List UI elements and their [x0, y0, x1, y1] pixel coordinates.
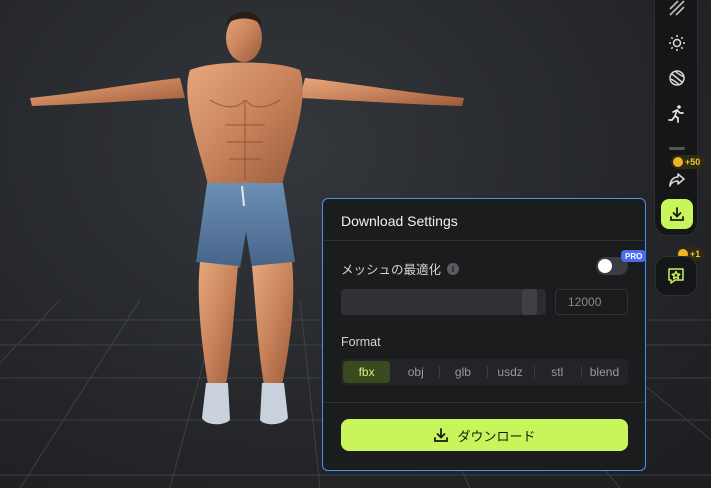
format-option-usdz[interactable]: usdz — [486, 359, 534, 385]
toolbar-divider — [669, 147, 685, 150]
share-badge-text: +50 — [685, 157, 701, 167]
slider-fill — [341, 289, 522, 315]
format-option-obj[interactable]: obj — [392, 359, 439, 385]
sun-icon[interactable] — [665, 31, 689, 55]
format-option-stl[interactable]: stl — [533, 359, 581, 385]
pro-badge: PRO — [621, 250, 647, 262]
info-icon[interactable]: i — [447, 262, 460, 275]
star-chat-icon — [668, 268, 684, 284]
format-option-fbx[interactable]: fbx — [343, 361, 391, 383]
divider — [323, 240, 645, 241]
format-label: Format — [341, 335, 381, 349]
divider — [323, 402, 645, 403]
striped-pattern-icon[interactable] — [665, 0, 689, 20]
download-button[interactable]: ダウンロード — [341, 419, 628, 451]
format-selector: fbx obj glb usdz stl blend — [341, 359, 628, 385]
mesh-optimize-text: メッシュの最適化 — [341, 263, 442, 277]
share-icon[interactable] — [665, 168, 689, 192]
polycount-slider[interactable] — [341, 289, 546, 315]
mesh-optimize-label: メッシュの最適化 i — [341, 259, 460, 278]
texture-icon[interactable] — [665, 66, 689, 90]
favorite-button[interactable] — [655, 256, 697, 296]
download-icon — [670, 207, 684, 221]
share-coin-badge: +50 — [671, 155, 705, 169]
side-toolbar: +50 — [654, 0, 705, 236]
coin-icon — [673, 157, 683, 167]
polycount-input[interactable]: 12000 — [555, 289, 628, 315]
panel-title: Download Settings — [341, 213, 458, 229]
toolbar-download-button[interactable] — [661, 199, 693, 229]
format-option-glb[interactable]: glb — [439, 359, 486, 385]
download-settings-panel: Download Settings メッシュの最適化 i PRO 12000 F… — [322, 198, 647, 471]
download-button-label: ダウンロード — [457, 428, 536, 444]
toggle-knob — [598, 259, 612, 273]
format-option-blend[interactable]: blend — [580, 359, 628, 385]
slider-thumb[interactable] — [522, 289, 537, 315]
running-person-icon[interactable] — [665, 102, 689, 126]
download-icon — [434, 428, 449, 442]
